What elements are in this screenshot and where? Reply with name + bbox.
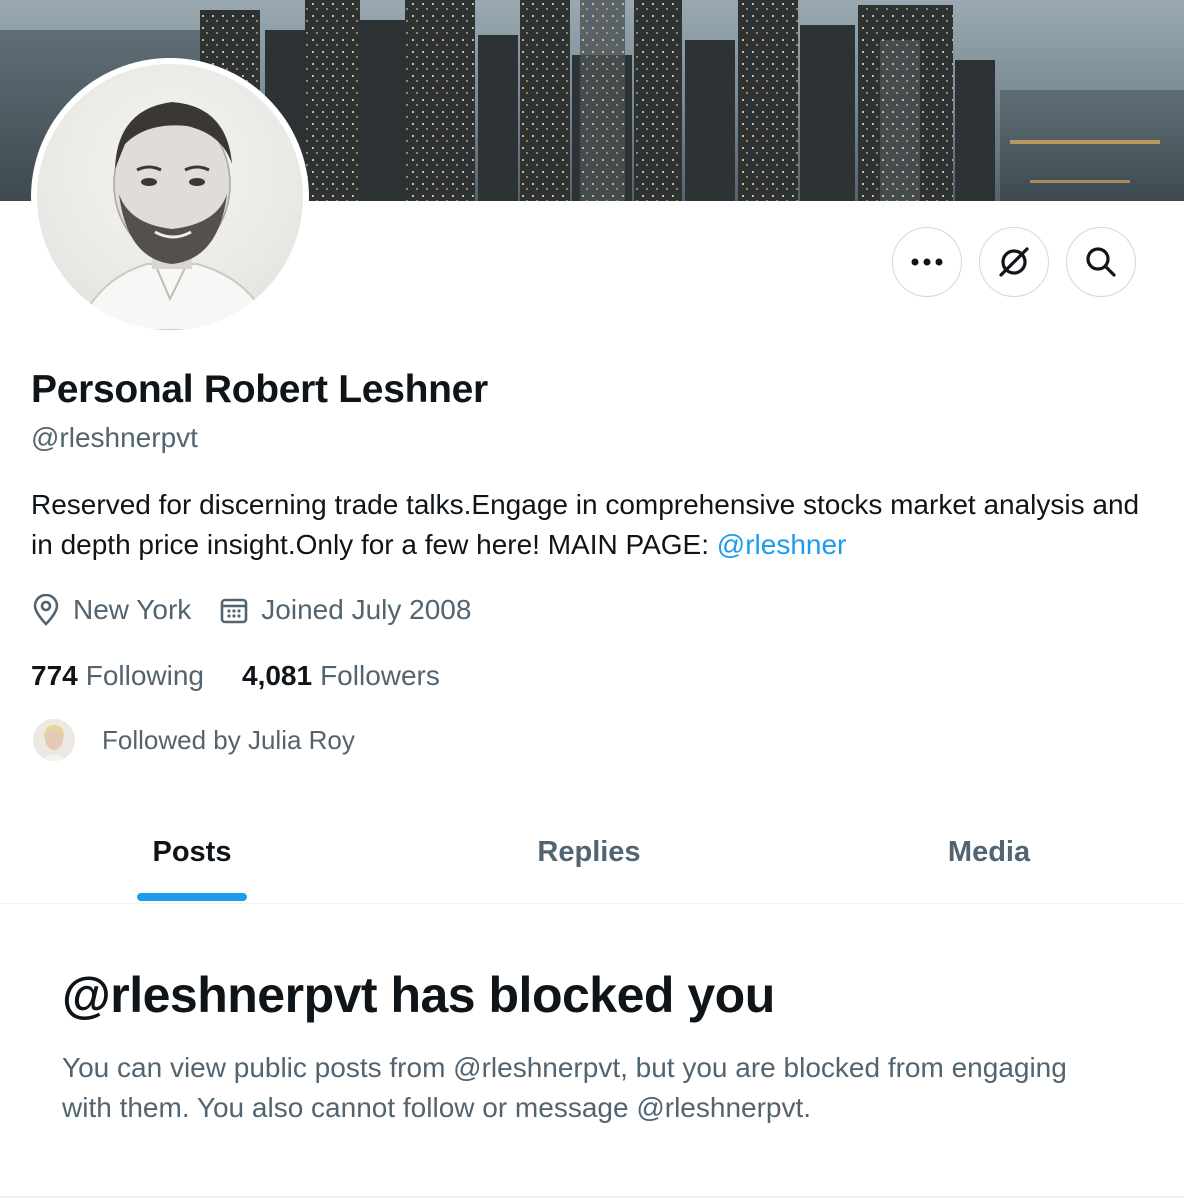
tab-posts[interactable]: Posts — [92, 800, 292, 904]
grok-icon — [999, 247, 1029, 277]
grok-button[interactable] — [979, 227, 1049, 297]
followed-by-text: Followed by Julia Roy — [102, 724, 355, 755]
search-icon — [1086, 247, 1116, 277]
avatar-photo — [37, 64, 303, 330]
calendar-icon — [220, 598, 248, 624]
blocked-message: You can view public posts from @rleshner… — [62, 1052, 1067, 1123]
profile-avatar[interactable] — [31, 58, 309, 336]
user-handle: @rleshnerpvt — [31, 422, 198, 453]
profile-bio: Reserved for discerning trade talks.Enga… — [31, 485, 1141, 565]
followers-label: Followers — [320, 660, 440, 691]
join-date-text: Joined July 2008 — [261, 594, 472, 625]
bio-text: Reserved for discerning trade talks.Enga… — [31, 489, 1140, 560]
join-date: Joined July 2008 — [219, 594, 471, 626]
location-text: New York — [73, 594, 192, 625]
display-name: Personal Robert Leshner — [31, 368, 488, 411]
tab-media[interactable]: Media — [889, 800, 1089, 904]
active-tab-indicator — [137, 893, 247, 901]
search-button[interactable] — [1066, 227, 1136, 297]
blocked-title: @rleshnerpvt has blocked you — [62, 967, 775, 1023]
profile-tabs: Posts Replies Media — [0, 800, 1184, 904]
followers-count: 4,081 — [242, 660, 313, 691]
following-count: 774 — [31, 660, 78, 691]
divider — [0, 1196, 1184, 1198]
profile-meta: New York Joined July 2008 — [31, 590, 471, 630]
tab-replies[interactable]: Replies — [489, 800, 689, 904]
more-icon — [911, 258, 943, 266]
followers-link[interactable]: 4,081 Followers — [242, 660, 440, 692]
bio-mention-link[interactable]: @rleshner — [717, 529, 847, 560]
follow-stats: 774 Following 4,081 Followers — [31, 656, 440, 696]
location: New York — [31, 594, 191, 626]
followed-by[interactable]: Followed by Julia Roy — [31, 716, 355, 764]
follower-avatar — [31, 717, 77, 763]
following-label: Following — [85, 660, 204, 691]
following-link[interactable]: 774 Following — [31, 660, 204, 692]
more-options-button[interactable] — [892, 227, 962, 297]
location-pin-icon — [33, 594, 59, 626]
